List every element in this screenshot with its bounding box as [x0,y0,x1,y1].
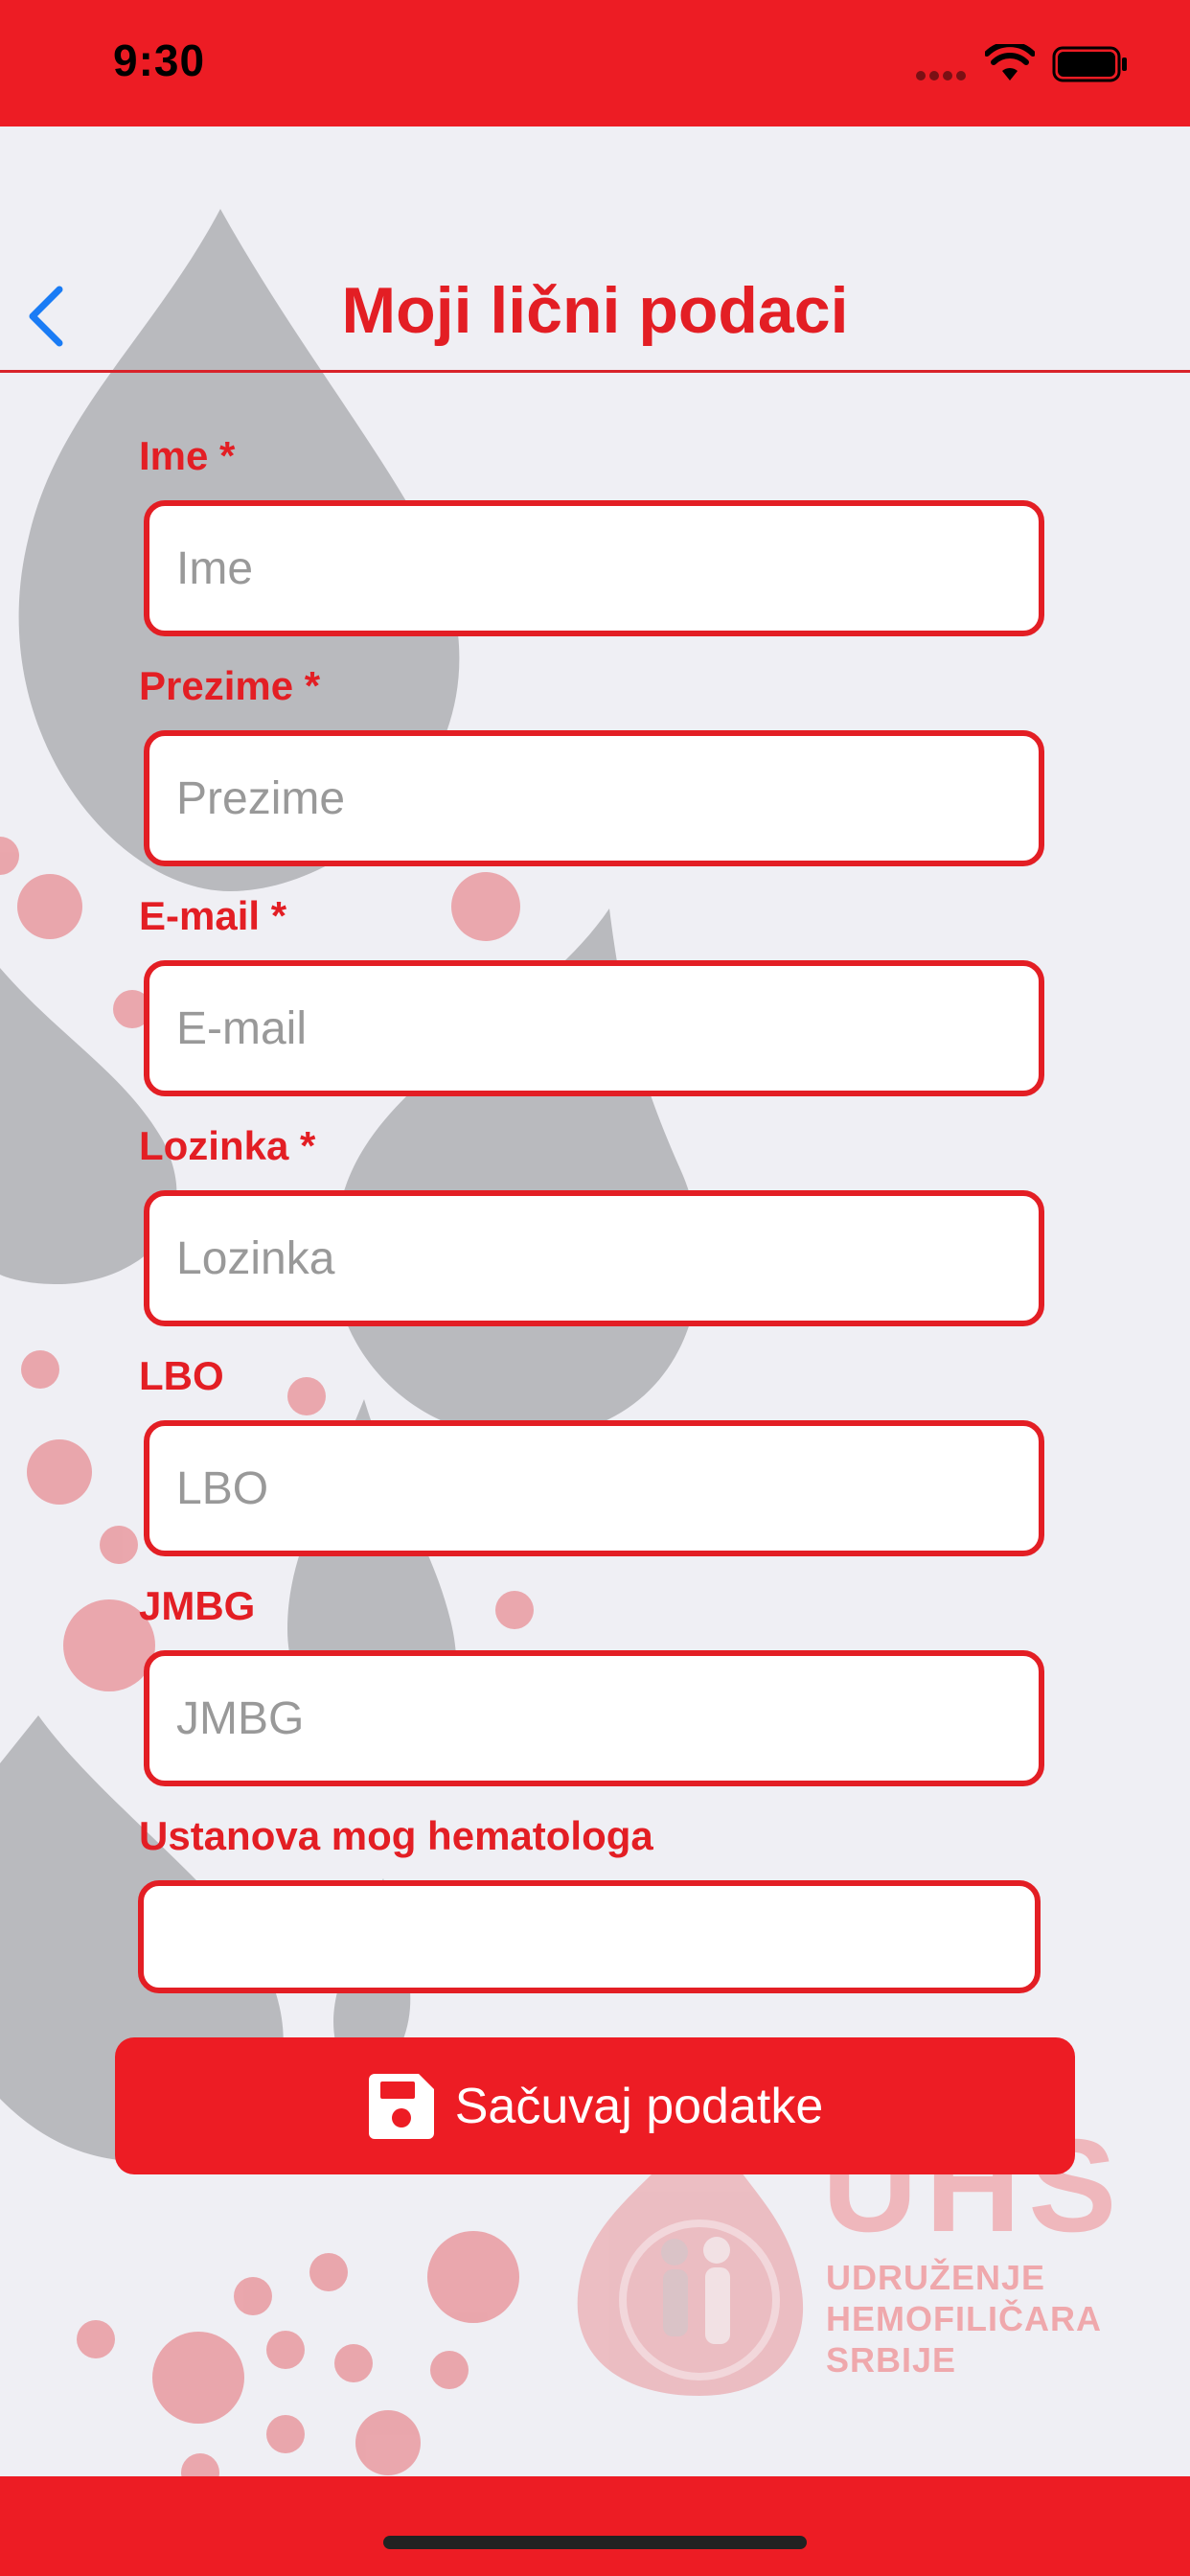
logo-line-1: UDRUŽENJE [826,2258,1046,2297]
circle-5 [21,1350,59,1389]
circle-13 [234,2277,272,2315]
circle-15 [77,2320,115,2358]
wifi-icon [985,44,1035,80]
circle-12 [427,2231,519,2323]
circle-19 [430,2351,469,2389]
battery-icon [1052,46,1127,82]
circle-6 [287,1377,326,1415]
logo-line-3: SRBIJE [826,2340,957,2380]
last-name-input[interactable] [144,730,1044,866]
circle-14 [309,2253,348,2291]
circle-7 [27,1439,92,1505]
save-button[interactable]: Sačuvaj podatke [115,2037,1075,2174]
last-name-label: Prezime * [139,663,321,708]
circle-2 [451,872,520,941]
circle-10 [495,1591,534,1629]
institution-select[interactable] [138,1880,1041,1993]
password-input[interactable] [144,1190,1044,1326]
jmbg-input[interactable] [144,1650,1044,1786]
email-input[interactable] [144,960,1044,1096]
circle-16 [266,2331,305,2369]
circle-22 [181,2453,219,2476]
circle-8 [100,1526,138,1564]
jmbg-label: JMBG [139,1583,256,1628]
email-label: E-mail * [139,893,287,938]
logo-line-2: HEMOFILIČARA [826,2299,1102,2338]
circle-1 [17,874,82,939]
circle-21 [355,2410,421,2475]
floppy-disk-icon [368,2073,434,2139]
circle-17 [334,2344,373,2382]
circle-3 [0,837,19,875]
circle-18 [152,2332,244,2424]
lbo-label: LBO [139,1353,224,1398]
status-time: 9:30 [113,35,206,85]
home-indicator[interactable] [383,2536,807,2549]
bottom-bar [0,2476,1190,2576]
first-name-input[interactable] [144,500,1044,636]
page-title: Moji lični podaci [341,274,849,347]
cellular-signal-icon [916,71,966,80]
lbo-input[interactable] [144,1420,1044,1556]
save-button-label: Sačuvaj podatke [454,2078,824,2134]
header-divider [0,370,1190,373]
circle-20 [266,2415,305,2453]
first-name-label: Ime * [139,433,236,478]
institution-label: Ustanova mog hematologa [139,1813,653,1858]
password-label: Lozinka * [139,1123,316,1168]
